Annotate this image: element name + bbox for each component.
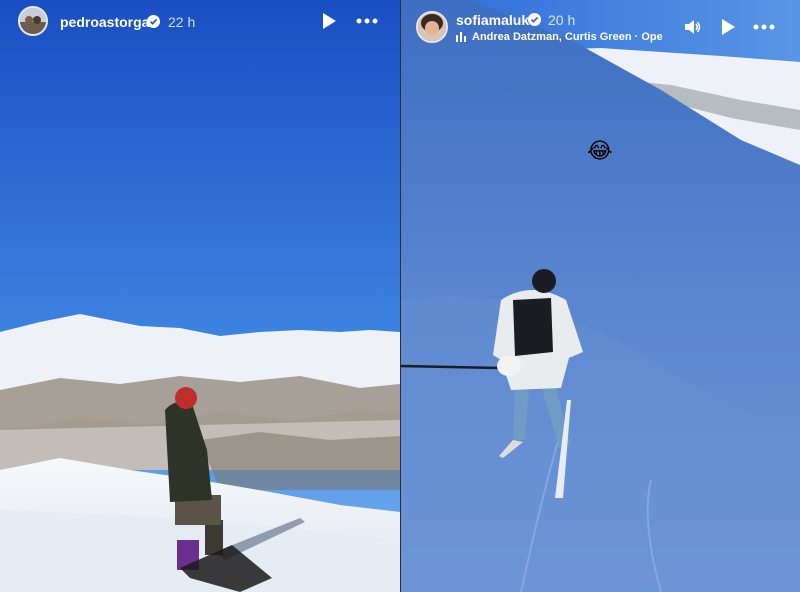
play-icon[interactable] — [719, 18, 737, 36]
play-icon[interactable] — [320, 12, 338, 30]
story-header: pedroastorga 22 h — [0, 0, 400, 44]
music-attribution[interactable]: Andrea Datzman, Curtis Green · Ope — [472, 31, 669, 43]
verified-badge-icon — [147, 15, 160, 28]
story-right[interactable]: 😂 sofiamaluk 20 h Andrea Datzman, Curtis… — [401, 0, 800, 592]
laughing-emoji-sticker: 😂 — [587, 139, 613, 164]
avatar-photo — [20, 8, 46, 34]
avatar[interactable] — [18, 6, 48, 36]
username[interactable]: pedroastorga — [60, 14, 149, 30]
story-left[interactable]: pedroastorga 22 h — [0, 0, 400, 592]
story-time: 20 h — [548, 12, 576, 28]
verified-badge-icon — [528, 13, 541, 26]
avatar[interactable] — [416, 11, 448, 43]
story-header: sofiamaluk 20 h Andrea Datzman, Curtis G… — [401, 0, 800, 44]
avatar-photo — [418, 13, 446, 41]
more-options-icon[interactable] — [356, 12, 378, 30]
more-options-icon[interactable] — [753, 18, 775, 36]
story-photo-skier — [401, 0, 800, 592]
story-time: 22 h — [168, 14, 196, 30]
username[interactable]: sofiamaluk — [456, 12, 529, 28]
volume-icon[interactable] — [683, 18, 701, 36]
red-beanie — [175, 387, 197, 409]
story-photo-snowboarder — [0, 0, 400, 592]
music-bars-icon — [456, 32, 466, 42]
